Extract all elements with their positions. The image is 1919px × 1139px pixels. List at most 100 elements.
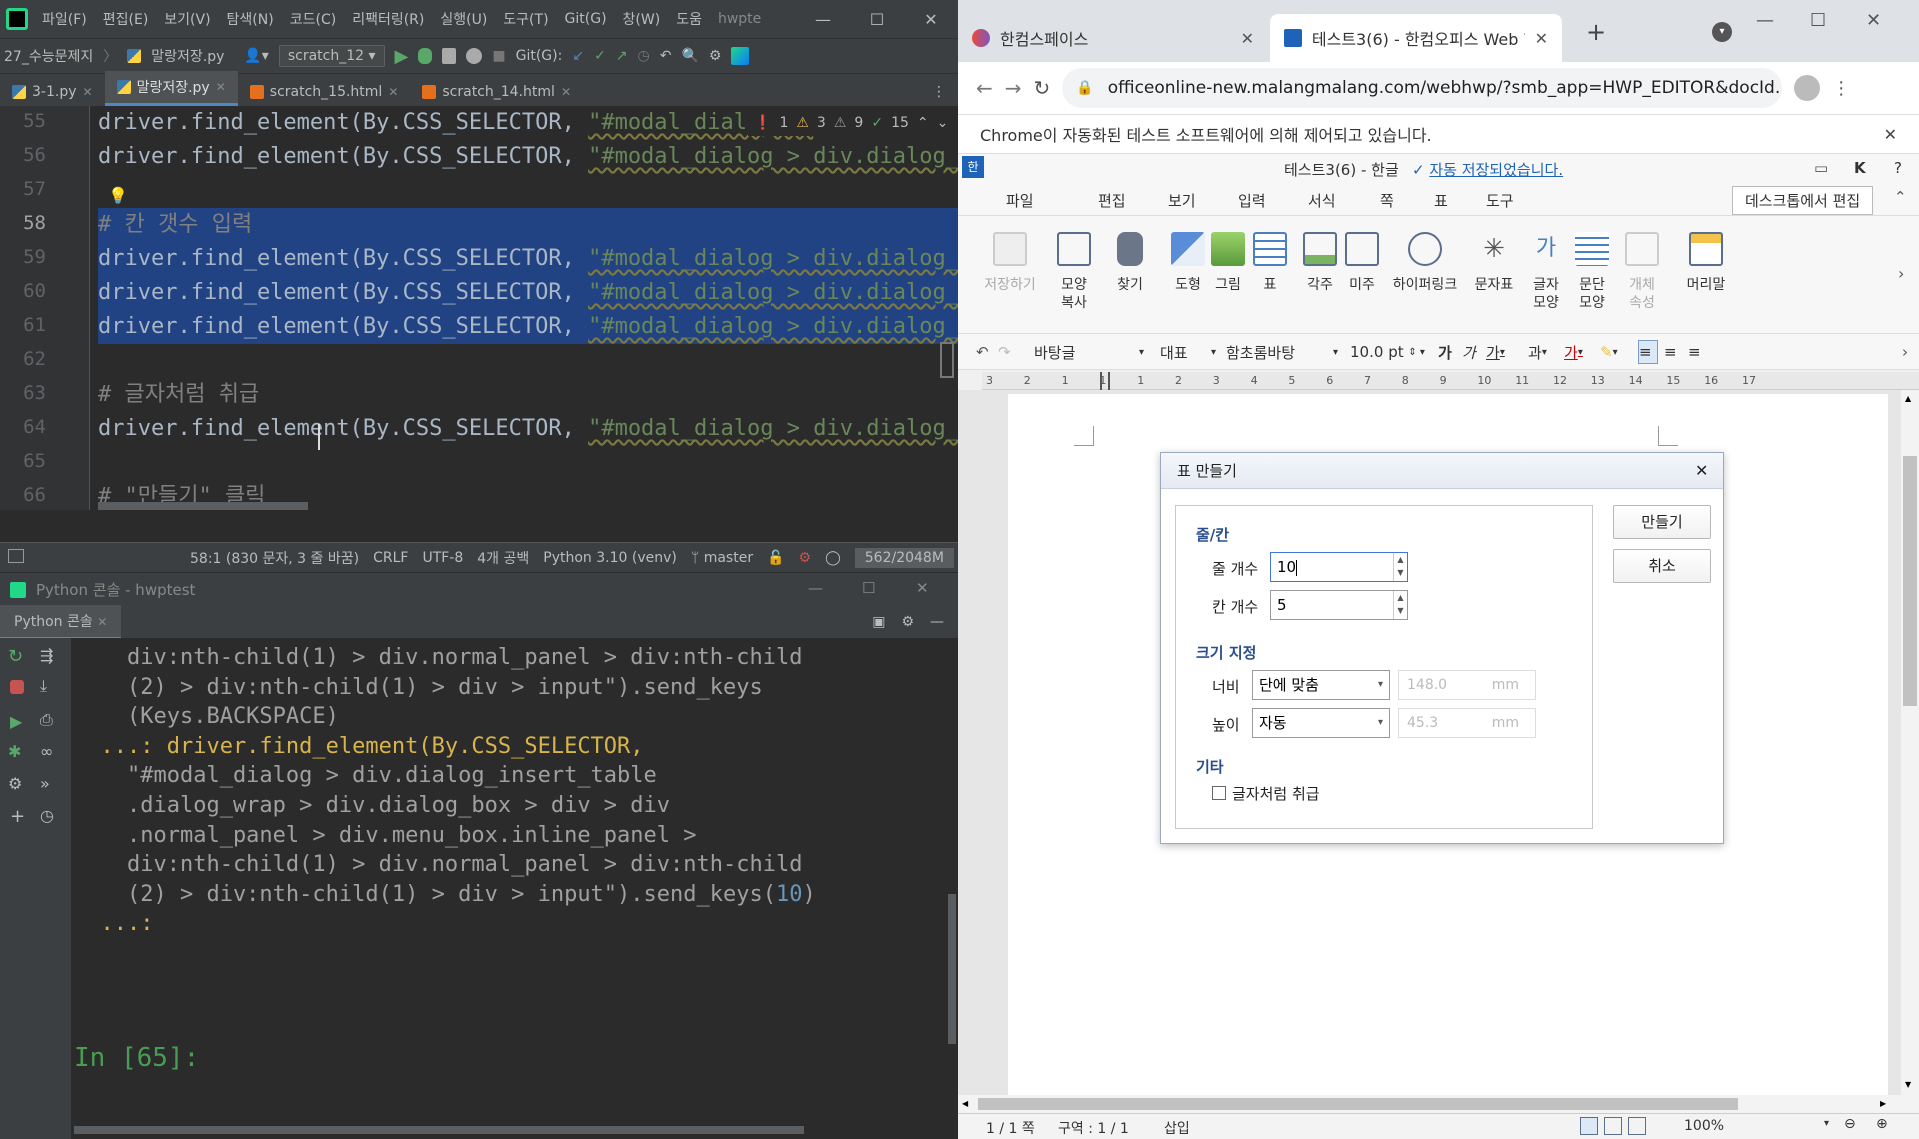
console-scrollbar-thumb[interactable] [948, 894, 956, 1044]
cols-input[interactable]: 5 ▲ ▼ [1270, 590, 1408, 620]
find-button[interactable]: 찾기 [1110, 232, 1150, 294]
console-hscroll-thumb[interactable] [74, 1126, 804, 1134]
chrome-minimize-icon[interactable]: — [1756, 10, 1774, 31]
stop-icon[interactable]: ■ [492, 48, 505, 64]
menu-tools[interactable]: 도구(T) [495, 9, 556, 29]
menu-code[interactable]: 코드(C) [282, 9, 344, 29]
event-log-icon[interactable]: ⚙ [799, 550, 812, 566]
breadcrumb-project[interactable]: 27_수능문제지 [4, 46, 93, 66]
scroll-left-icon[interactable]: ◀ [962, 1099, 968, 1108]
console-close-icon[interactable]: ✕ [916, 579, 929, 597]
view-full-page-icon[interactable] [1628, 1117, 1646, 1135]
cancel-button[interactable]: 취소 [1613, 549, 1711, 583]
hwp-menu-table[interactable]: 표 [1434, 190, 1448, 211]
align-center-icon[interactable]: ≡ [1688, 340, 1701, 364]
menu-navigate[interactable]: 탐색(N) [219, 9, 282, 29]
bold-button[interactable]: 가 [1438, 340, 1452, 364]
undo-icon[interactable]: ↶ [976, 340, 989, 364]
symbol-button[interactable]: ✳ 문자표 [1470, 232, 1518, 294]
profile-avatar-icon[interactable] [1794, 75, 1821, 101]
view-fit-width-icon[interactable] [1604, 1117, 1622, 1135]
vertical-scrollbar[interactable]: ▲ ▼ [1901, 390, 1919, 1095]
create-button[interactable]: 만들기 [1613, 505, 1711, 539]
close-tab-icon[interactable]: ✕ [97, 615, 107, 629]
memory-indicator[interactable]: 562/2048M [854, 547, 954, 568]
desktop-edit-button[interactable]: 데스크톱에서 편집 [1732, 186, 1874, 215]
close-tab-icon[interactable]: ✕ [83, 85, 93, 99]
code-line[interactable]: driver.find_element(By.CSS_SELECTOR, "#m… [98, 310, 958, 344]
close-icon[interactable]: ✕ [904, 10, 958, 29]
search-icon[interactable]: 🔍 [681, 48, 698, 64]
align-justify-icon[interactable]: ≡ [1638, 340, 1658, 364]
stop-console-icon[interactable] [10, 680, 24, 694]
profile-icon[interactable] [466, 48, 483, 64]
hwp-menu-file[interactable]: 파일 [1006, 190, 1034, 211]
new-tab-icon[interactable]: + [1586, 18, 1606, 46]
hwp-menu-edit[interactable]: 편집 [1098, 190, 1126, 211]
history-icon[interactable]: ◷ [40, 806, 60, 826]
shape-button[interactable]: 도형 [1168, 232, 1208, 294]
lightbulb-icon[interactable]: 💡 [108, 186, 128, 205]
run-icon[interactable]: ▶ [395, 46, 409, 67]
tab-malang-py[interactable]: 말랑저장.py ✕ [104, 71, 238, 106]
code-line[interactable]: driver.find_element(By.CSS_SELECTOR, "#m… [98, 276, 958, 310]
save-button[interactable]: 저장하기 [982, 232, 1038, 294]
browser-tab-hancomspace[interactable]: 한컴스페이스 ✕ [958, 14, 1268, 62]
minimize-icon[interactable]: — [796, 10, 850, 29]
tab-3-1-py[interactable]: 3-1.py ✕ [0, 78, 105, 106]
picture-button[interactable]: 그림 [1208, 232, 1248, 294]
format-painter-button[interactable]: 모양 복사 [1052, 232, 1096, 312]
align-left-icon[interactable]: ≡ [1664, 340, 1677, 364]
code-line[interactable]: driver.find_element(By.CSS_SELECTOR, "#m… [98, 412, 958, 446]
rows-spinner-icon[interactable]: ▲ ▼ [1393, 553, 1407, 581]
collapse-ribbon-icon[interactable]: ⌃ [1894, 188, 1907, 206]
cols-spinner-icon[interactable]: ▲ ▼ [1393, 591, 1407, 619]
zoom-out-icon[interactable]: ⊖ [1844, 1116, 1856, 1132]
code-line[interactable]: # 칸 갯수 입력 [98, 208, 958, 242]
browser-tab-hwp[interactable]: 테스트3(6) - 한컴오피스 Web 한 ✕ [1270, 14, 1562, 62]
horizontal-ruler[interactable]: 3 2 1 1 1 2 3 4 5 6 7 8 9 10 11 12 13 14 15 16 17 [982, 372, 1919, 390]
git-branch[interactable]: ᛘ master [691, 550, 753, 566]
help-icon[interactable]: ? [1894, 159, 1902, 177]
width-mode-select[interactable]: 단에 맞춤 ▾ [1252, 670, 1390, 700]
style-select[interactable]: 바탕글 ▾ [1034, 340, 1144, 364]
user-initial[interactable]: K [1854, 159, 1866, 177]
editor-scrollbar-thumb[interactable] [940, 342, 954, 378]
hscroll-thumb[interactable] [978, 1098, 1738, 1110]
italic-button[interactable]: 가 [1462, 340, 1476, 364]
view-single-icon[interactable] [1580, 1117, 1598, 1135]
chrome-close-icon[interactable]: ✕ [1866, 10, 1881, 31]
code-line[interactable]: # 글자처럼 취급 [98, 378, 259, 412]
hide-icon[interactable]: — [930, 614, 944, 630]
toggle-toolwindows-icon[interactable] [8, 549, 24, 563]
menu-help[interactable]: 도움 [668, 9, 710, 29]
address-bar[interactable]: 🔒 officeonline-new.malangmalang.com/webh… [1062, 68, 1783, 108]
lock-icon[interactable]: 🔒 [1076, 80, 1093, 96]
prev-highlight-icon[interactable]: ⌃ [917, 115, 929, 131]
font-color-button[interactable]: 가 ▾ [1564, 340, 1583, 364]
console-maximize-icon[interactable]: ☐ [862, 579, 875, 597]
table-button[interactable]: 표 [1250, 232, 1290, 294]
scroll-right-icon[interactable]: ▶ [1880, 1099, 1886, 1108]
caret-position[interactable]: 58:1 (830 문자, 3 줄 바꿈) [190, 548, 359, 568]
format-more-icon[interactable]: › [1902, 340, 1908, 364]
footnote-button[interactable]: 각주 [1300, 232, 1340, 294]
chrome-menu-icon[interactable]: ⋮ [1832, 78, 1850, 99]
more-tabs-icon[interactable]: ⋮ [920, 78, 958, 106]
tab-search-icon[interactable]: ▾ [1712, 22, 1732, 42]
maximize-icon[interactable]: ☐ [850, 10, 904, 29]
scroll-down-icon[interactable]: ▼ [1905, 1080, 1911, 1089]
close-tab-icon[interactable]: ✕ [1535, 29, 1548, 48]
height-mode-select[interactable]: 자동 ▾ [1252, 708, 1390, 738]
run-config-select[interactable]: scratch_12 ▾ [278, 45, 385, 67]
new-console-icon[interactable]: + [10, 806, 30, 827]
python-console-output[interactable]: div:nth-child(1) > div.normal_panel > di… [72, 638, 958, 1139]
forward-icon[interactable]: → [1005, 76, 1022, 100]
file-encoding[interactable]: UTF-8 [422, 550, 463, 566]
next-highlight-icon[interactable]: ⌄ [937, 115, 949, 131]
vscroll-thumb[interactable] [1903, 456, 1917, 706]
console-settings-icon[interactable]: ⚙ [901, 614, 914, 630]
menu-git[interactable]: Git(G) [557, 11, 615, 27]
breadcrumb-file[interactable]: 말랑저장.py [151, 46, 224, 66]
settings-icon[interactable]: ⚙ [709, 48, 722, 64]
